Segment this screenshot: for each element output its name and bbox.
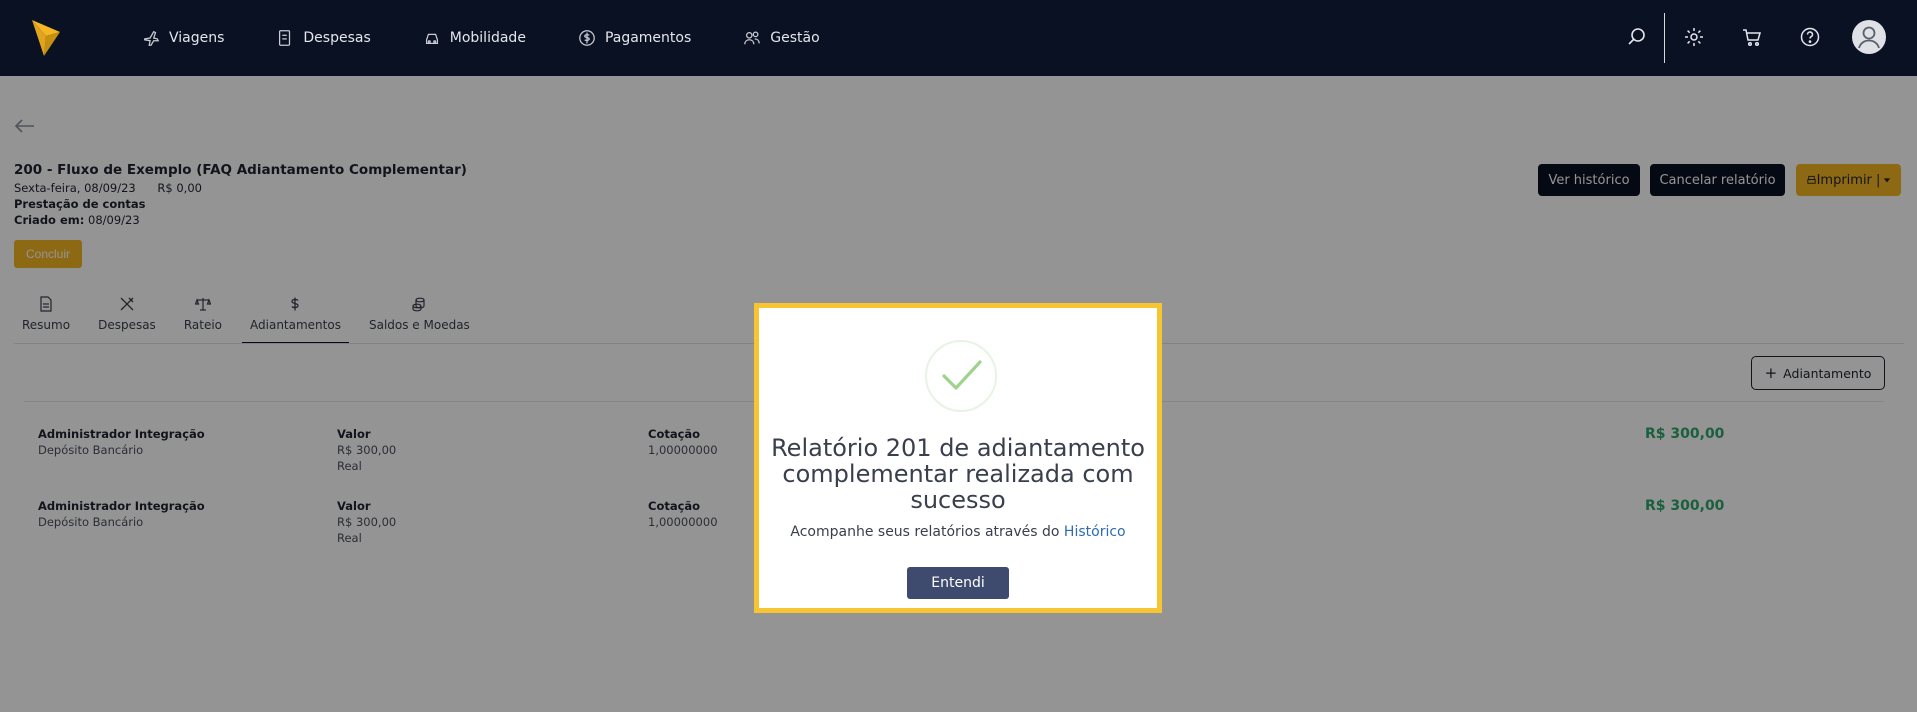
top-navbar: Viagens Despesas Mobilidade Pagamentos G… xyxy=(0,0,1917,76)
modal-subtitle: Acompanhe seus relatórios através do His… xyxy=(769,524,1147,540)
modal-subtitle-text: Acompanhe seus relatórios através do xyxy=(790,524,1060,540)
plane-icon xyxy=(144,30,160,46)
modal-title: Relatório 201 de adiantamento complement… xyxy=(771,434,1145,514)
dollar-icon xyxy=(579,30,595,46)
gear-icon[interactable] xyxy=(1683,26,1705,48)
help-icon[interactable] xyxy=(1799,26,1821,48)
understood-button[interactable]: Entendi xyxy=(907,567,1009,599)
car-icon xyxy=(425,33,438,45)
toolbar-divider xyxy=(1664,13,1665,63)
receipt-icon xyxy=(279,30,291,46)
nav-label: Viagens xyxy=(169,30,225,46)
nav-item-gestao[interactable]: Gestão xyxy=(743,29,820,47)
user-icon xyxy=(1858,26,1880,49)
nav-label: Mobilidade xyxy=(449,30,526,46)
success-modal: Relatório 201 de adiantamento complement… xyxy=(754,303,1162,613)
nav-label: Pagamentos xyxy=(604,30,692,46)
history-link[interactable]: Histórico xyxy=(1064,524,1126,540)
logo-icon[interactable] xyxy=(30,18,62,58)
nav-label: Gestão xyxy=(770,30,820,46)
search-icon[interactable] xyxy=(1626,26,1648,48)
nav-item-pagamentos[interactable]: Pagamentos xyxy=(578,29,691,47)
main-nav: Viagens Despesas Mobilidade Pagamentos G… xyxy=(142,0,872,76)
avatar[interactable] xyxy=(1852,20,1886,54)
cart-icon[interactable] xyxy=(1741,26,1763,48)
nav-label: Despesas xyxy=(303,30,371,46)
nav-item-despesas[interactable]: Despesas xyxy=(276,29,371,47)
nav-item-mobilidade[interactable]: Mobilidade xyxy=(423,29,526,47)
users-icon xyxy=(744,31,761,45)
nav-item-viagens[interactable]: Viagens xyxy=(142,29,224,47)
success-check-icon xyxy=(925,340,997,412)
